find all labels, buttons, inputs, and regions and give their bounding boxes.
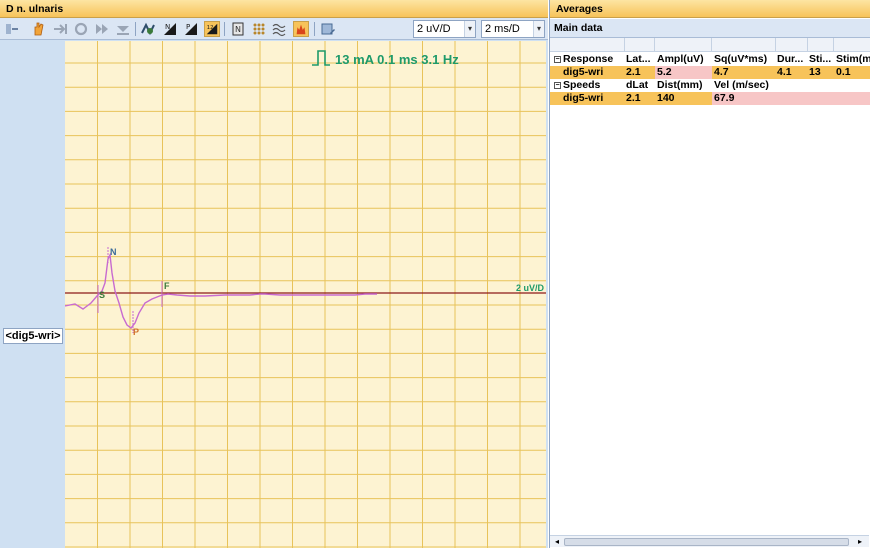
response-group-header[interactable]: − Response Lat... Ampl(uV) Sq(uV*ms) Dur…	[550, 53, 870, 66]
section-title[interactable]: Main data	[550, 19, 870, 38]
column-header[interactable]	[776, 38, 808, 52]
marker-p-icon[interactable]: P	[183, 21, 199, 37]
stimulus-readout: 13 mA 0.1 ms 3.1 Hz	[335, 52, 459, 67]
column-header[interactable]	[834, 38, 870, 52]
chevron-down-icon[interactable]: ▾	[464, 21, 475, 37]
svg-text:N: N	[165, 23, 170, 31]
scroll-left-icon[interactable]: ◂	[552, 537, 562, 547]
amplitude-scale-select[interactable]: 2 uV/D ▾	[413, 20, 476, 38]
sensitivity-icon[interactable]	[4, 21, 20, 37]
marker-s-label[interactable]: S	[99, 290, 105, 300]
column-header[interactable]	[808, 38, 834, 52]
table-cell: 2.1	[626, 92, 641, 104]
table-cell: 4.1	[777, 66, 792, 78]
scrollbar-thumb[interactable]	[564, 538, 849, 546]
hand-icon[interactable]	[31, 21, 47, 37]
table-cell: 67.9	[714, 92, 735, 104]
column-label: Stim(m	[836, 53, 870, 65]
column-label: Ampl(uV)	[657, 53, 704, 65]
toolbar-separator	[224, 22, 225, 36]
fire-icon[interactable]	[293, 21, 309, 37]
column-label: Sq(uV*ms)	[714, 53, 768, 65]
column-label: Sti...	[809, 53, 832, 65]
table-cell: dig5-wri	[563, 92, 604, 104]
horizontal-scrollbar[interactable]: ◂ ▸	[550, 535, 869, 547]
trace-scale-label: 2 uV/D	[516, 283, 545, 293]
column-header[interactable]	[550, 38, 625, 52]
table-cell: 13	[809, 66, 821, 78]
averaging-icon[interactable]	[140, 21, 156, 37]
marker-f-label[interactable]: F	[164, 281, 170, 291]
collapse-icon[interactable]: −	[554, 56, 561, 63]
table-cell: 5.2	[657, 66, 672, 78]
column-label: Dist(mm)	[657, 79, 703, 91]
speeds-group-header[interactable]: − Speeds dLat Dist(mm) Vel (m/sec)	[550, 79, 870, 92]
pane-title: Averages	[550, 0, 870, 18]
chevron-down-icon[interactable]: ▾	[533, 21, 544, 37]
svg-text:P: P	[186, 23, 190, 31]
toolbar-separator	[135, 22, 136, 36]
pane-title: D n. ulnaris	[0, 0, 548, 18]
note-icon[interactable]: N	[230, 21, 246, 37]
svg-text:N: N	[235, 25, 241, 34]
trace-label-strip: <dig5-wri>	[0, 41, 65, 548]
table-cell: 0.1	[836, 66, 851, 78]
column-header[interactable]	[655, 38, 712, 52]
marker-np-icon[interactable]: 12	[204, 21, 220, 37]
averages-pane: Averages Main data − Response Lat... Amp…	[549, 0, 870, 548]
fast-forward-icon[interactable]	[94, 21, 110, 37]
column-label: Dur...	[777, 53, 804, 65]
marker-n-icon[interactable]: N	[162, 21, 178, 37]
table-cell: dig5-wri	[563, 66, 604, 78]
waveform-plot[interactable]: 13 mA 0.1 ms 3.1 Hz 2 uV/D S N P F	[65, 41, 546, 548]
time-scale-select[interactable]: 2 ms/D ▾	[481, 20, 545, 38]
loop-icon[interactable]	[73, 21, 89, 37]
time-scale-value: 2 ms/D	[485, 23, 520, 35]
waves-icon[interactable]	[272, 21, 288, 37]
table-row[interactable]: dig5-wri 2.1 140 67.9	[550, 92, 870, 105]
table-row[interactable]: dig5-wri 2.1 5.2 4.7 4.1 13 0.1	[550, 66, 870, 79]
column-header-strip	[550, 38, 870, 52]
toolbar-separator	[314, 22, 315, 36]
group-label: Speeds	[563, 79, 601, 91]
marker-n-label[interactable]: N	[110, 247, 117, 257]
settings-icon[interactable]	[320, 21, 336, 37]
grid-dots-icon[interactable]	[251, 21, 267, 37]
group-label: Response	[563, 53, 614, 65]
marker-p-label[interactable]: P	[133, 327, 139, 337]
trace-label[interactable]: <dig5-wri>	[3, 328, 63, 344]
waveform-pane: D n. ulnaris N P 12 N 2 uV/D ▾ 2 ms/D ▾ …	[0, 0, 548, 548]
step-forward-icon[interactable]	[52, 21, 68, 37]
column-label: Lat...	[626, 53, 651, 65]
table-cell: 4.7	[714, 66, 729, 78]
scroll-right-icon[interactable]: ▸	[855, 537, 865, 547]
column-label: Vel (m/sec)	[714, 79, 769, 91]
table-cell: 2.1	[626, 66, 641, 78]
column-label: dLat	[626, 79, 649, 91]
collapse-icon[interactable]: −	[554, 82, 561, 89]
down-arrow-icon[interactable]	[115, 21, 131, 37]
waveform-toolbar: N P 12 N 2 uV/D ▾ 2 ms/D ▾	[0, 18, 548, 40]
column-header[interactable]	[712, 38, 776, 52]
column-header[interactable]	[625, 38, 655, 52]
table-cell: 140	[657, 92, 675, 104]
svg-text:12: 12	[207, 25, 214, 31]
amplitude-scale-value: 2 uV/D	[417, 23, 451, 35]
